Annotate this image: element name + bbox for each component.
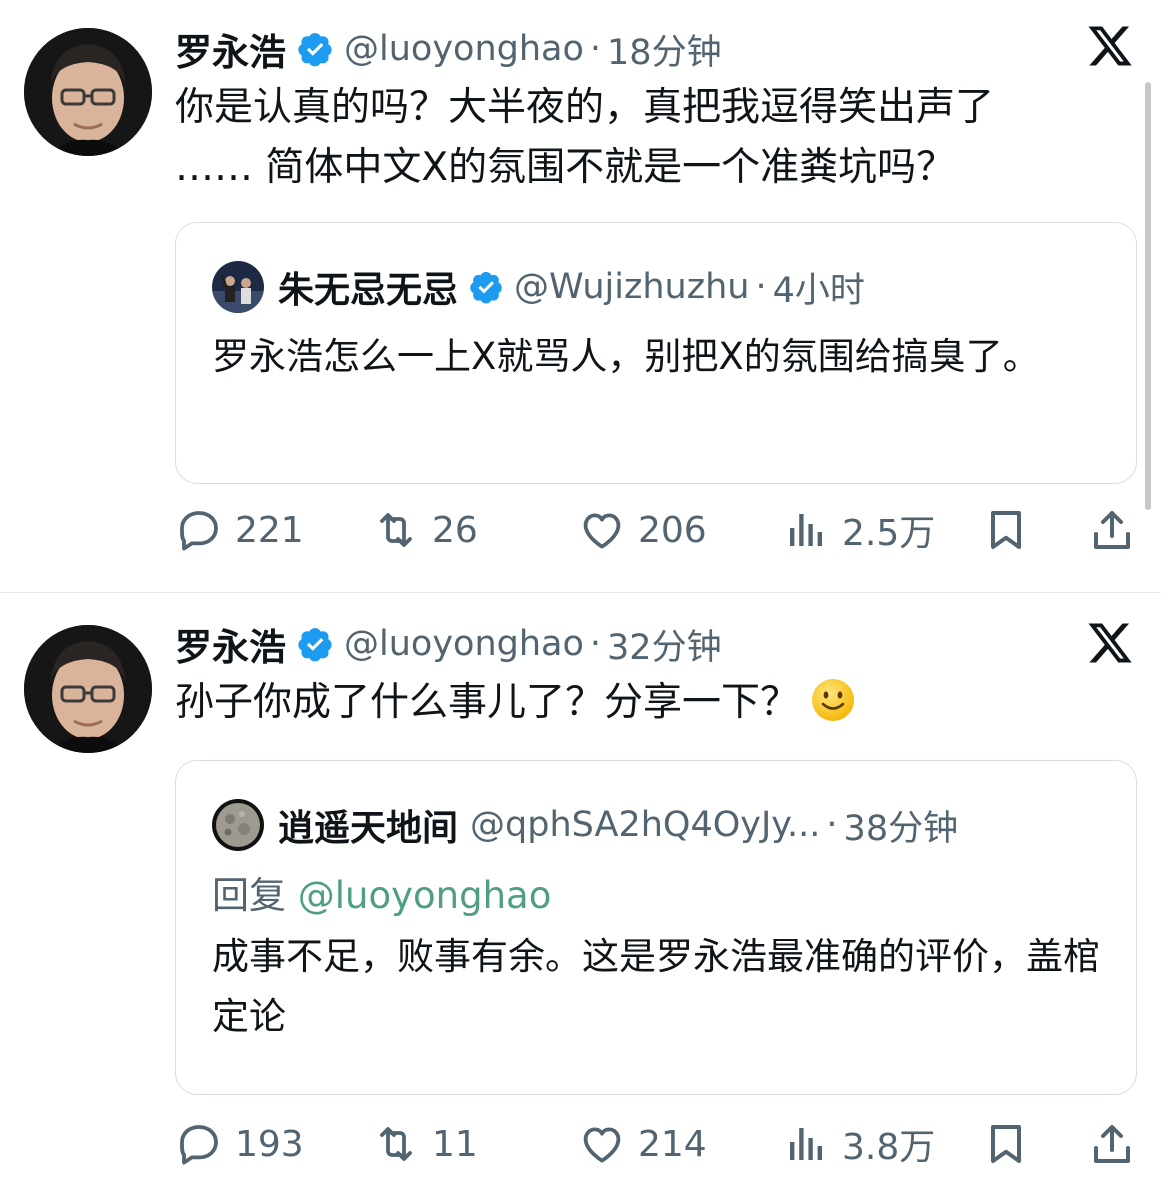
tweet-text-container: 孙子你成了什么事儿了？分享一下？	[175, 673, 1055, 733]
quoted-tweet-text: 成事不足，败事有余。这是罗永浩最准确的评价，盖棺定论	[212, 935, 1100, 1038]
views-icon	[790, 1128, 822, 1160]
bookmark-icon	[991, 511, 1021, 549]
reply-icon	[180, 511, 218, 551]
bookmark-button[interactable]	[982, 500, 1030, 560]
separator-dot: ·	[826, 805, 838, 845]
tweet-card[interactable]: 罗永浩 @luoyonghao · 32分钟 孙子你成了什么事儿了？分享一下？	[0, 593, 1161, 1200]
quoted-tweet[interactable]: 朱无忌无忌 @Wujizhuzhu · 4小时 罗永浩怎么一上X就骂人，别把X的…	[175, 222, 1137, 484]
tweet-action-bar: 221 26 206 2.5万	[0, 500, 1161, 560]
replying-to-label: 回复	[212, 874, 286, 917]
share-button[interactable]	[1088, 1114, 1136, 1174]
retweet-icon	[380, 513, 412, 547]
retweet-count: 11	[432, 1123, 478, 1165]
x-logo-icon[interactable]	[1086, 22, 1134, 70]
verified-badge-icon	[470, 272, 502, 304]
like-icon	[583, 513, 621, 549]
author-handle[interactable]: @luoyonghao	[344, 29, 584, 69]
reply-count: 221	[235, 509, 304, 551]
share-icon	[1094, 511, 1130, 549]
reply-count: 193	[235, 1123, 304, 1165]
quoted-author-avatar[interactable]	[212, 799, 264, 851]
separator-dot: ·	[589, 624, 602, 664]
quoted-author-avatar[interactable]	[212, 261, 264, 313]
retweet-button[interactable]: 11	[372, 1114, 478, 1174]
separator-dot: ·	[755, 267, 767, 307]
quoted-author-handle[interactable]: @Wujizhuzhu	[514, 267, 749, 307]
tweet-time[interactable]: 32分钟	[607, 619, 722, 670]
tweet-action-bar: 193 11 214 3.8万	[0, 1114, 1161, 1174]
tweet-text: 孙子你成了什么事儿了？分享一下？	[175, 680, 800, 725]
tweet-time[interactable]: 18分钟	[607, 24, 722, 75]
reply-button[interactable]: 221	[175, 500, 304, 560]
author-avatar[interactable]	[24, 28, 152, 156]
views-icon	[790, 514, 822, 546]
quoted-author-handle[interactable]: @qphSA2hQ4OyJy...	[470, 805, 820, 845]
author-name[interactable]: 罗永浩	[175, 22, 286, 76]
retweet-count: 26	[432, 509, 478, 551]
like-count: 214	[638, 1123, 707, 1165]
slightly-smiling-face-icon	[812, 679, 855, 721]
bookmark-icon	[991, 1125, 1021, 1163]
separator-dot: ·	[589, 29, 602, 69]
like-icon	[583, 1127, 621, 1163]
replying-to-line: 回复 @luoyonghao	[212, 865, 551, 919]
reply-icon	[180, 1125, 218, 1165]
x-logo-icon[interactable]	[1086, 619, 1134, 667]
author-handle[interactable]: @luoyonghao	[344, 624, 584, 664]
reply-button[interactable]: 193	[175, 1114, 304, 1174]
quoted-tweet-time[interactable]: 4小时	[773, 262, 865, 313]
author-avatar[interactable]	[24, 625, 152, 753]
views-count: 3.8万	[842, 1127, 936, 1168]
verified-badge-icon	[298, 628, 332, 662]
retweet-icon	[380, 1127, 412, 1161]
scrollbar[interactable]	[1145, 82, 1151, 510]
quoted-tweet-time[interactable]: 38分钟	[844, 800, 959, 851]
tweet-header: 罗永浩 @luoyonghao · 32分钟	[175, 615, 722, 673]
tweet-header: 罗永浩 @luoyonghao · 18分钟	[175, 20, 722, 78]
reply-mention-link[interactable]: @luoyonghao	[298, 874, 552, 917]
author-name[interactable]: 罗永浩	[175, 617, 286, 671]
quoted-author-name[interactable]: 逍遥天地间	[278, 799, 458, 851]
like-button[interactable]: 206	[578, 500, 707, 560]
quoted-author-name[interactable]: 朱无忌无忌	[278, 261, 458, 313]
tweet-card[interactable]: 罗永浩 @luoyonghao · 18分钟 你是认真的吗？大半夜的，真把我逗得…	[0, 0, 1161, 592]
views-button[interactable]: 3.8万	[782, 1114, 935, 1174]
verified-badge-icon	[298, 33, 332, 67]
quoted-tweet-header: 朱无忌无忌 @Wujizhuzhu · 4小时	[212, 261, 865, 313]
bookmark-button[interactable]	[982, 1114, 1030, 1174]
quoted-tweet-text: 罗永浩怎么一上X就骂人，别把X的氛围给搞臭了。	[212, 335, 1040, 378]
quoted-tweet-header: 逍遥天地间 @qphSA2hQ4OyJy... · 38分钟	[212, 799, 958, 851]
tweet-text: 你是认真的吗？大半夜的，真把我逗得笑出声了 …… 简体中文X的氛围不就是一个准粪…	[175, 85, 995, 190]
like-count: 206	[638, 509, 707, 551]
views-button[interactable]: 2.5万	[782, 500, 935, 560]
retweet-button[interactable]: 26	[372, 500, 478, 560]
views-count: 2.5万	[842, 513, 936, 554]
share-button[interactable]	[1088, 500, 1136, 560]
quoted-tweet[interactable]: 逍遥天地间 @qphSA2hQ4OyJy... · 38分钟 回复 @luoyo…	[175, 760, 1137, 1095]
like-button[interactable]: 214	[578, 1114, 707, 1174]
share-icon	[1094, 1125, 1130, 1163]
